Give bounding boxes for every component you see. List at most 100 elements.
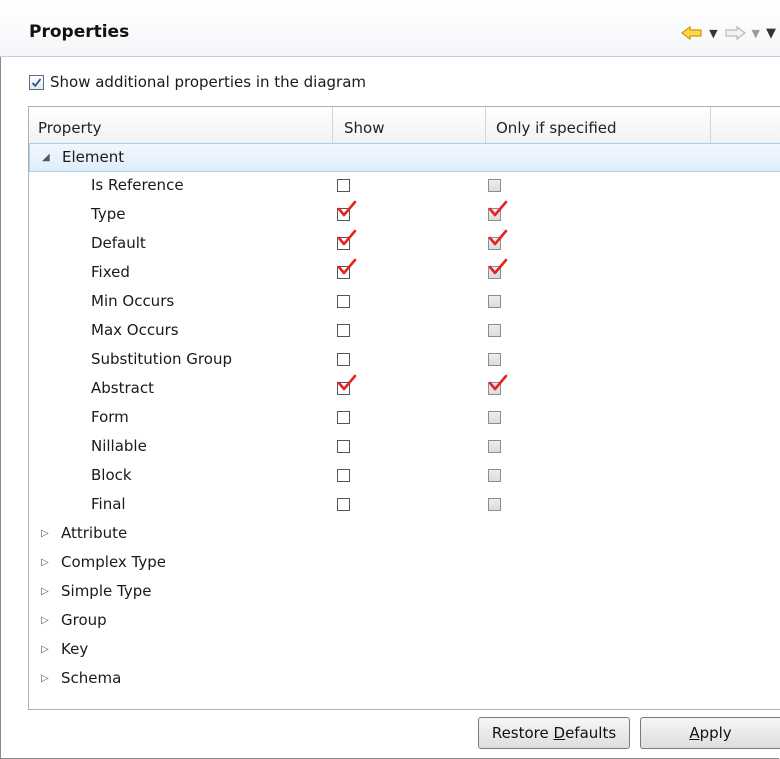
show-checkbox[interactable] <box>337 295 350 308</box>
tree-property-row[interactable]: Block <box>29 462 780 491</box>
show-checkbox[interactable] <box>337 353 350 366</box>
property-label: Type <box>91 205 126 223</box>
check-icon <box>31 77 42 87</box>
show-additional-checkbox[interactable] <box>29 74 44 90</box>
check-icon <box>488 374 508 391</box>
only-if-specified-checkbox[interactable] <box>488 469 501 482</box>
properties-table: Property Show Only if specified ◢ Element… <box>28 106 780 710</box>
only-if-specified-checkbox[interactable] <box>488 229 508 250</box>
tree-property-row[interactable]: Substitution Group <box>29 346 780 375</box>
apply-suffix: pply <box>699 724 732 742</box>
only-if-specified-checkbox[interactable] <box>488 258 508 279</box>
tree-group-label: Complex Type <box>61 553 167 571</box>
tree-expand-icon[interactable]: ▷ <box>41 528 49 539</box>
check-icon <box>337 200 357 217</box>
tree-collapse-icon[interactable]: ◢ <box>42 152 50 163</box>
tree-group-row[interactable]: ▷ Attribute <box>29 520 780 549</box>
tree-group-label: Key <box>61 640 89 658</box>
tree-group-row[interactable]: ▷ Key <box>29 636 780 665</box>
view-menu-icon[interactable]: ▼ <box>766 26 776 41</box>
tree-property-row[interactable]: Nillable <box>29 433 780 462</box>
panel-header: Properties ▼ ▼ ▼ <box>0 0 780 57</box>
column-divider[interactable] <box>485 107 486 143</box>
tree-property-row[interactable]: Is Reference <box>29 172 780 201</box>
show-checkbox[interactable] <box>337 498 350 511</box>
column-divider[interactable] <box>710 107 711 143</box>
table-header: Property Show Only if specified <box>29 107 780 144</box>
tree-expand-icon[interactable]: ▷ <box>41 644 49 655</box>
check-icon <box>337 229 357 246</box>
show-checkbox[interactable] <box>337 258 357 279</box>
tree-property-row[interactable]: Final <box>29 491 780 520</box>
back-button[interactable] <box>681 25 703 41</box>
property-label: Is Reference <box>91 176 184 194</box>
restore-mnemonic: D <box>553 724 566 742</box>
tree-group-label: Group <box>61 611 107 629</box>
panel-title: Properties <box>29 22 130 42</box>
only-if-specified-checkbox[interactable] <box>488 440 501 453</box>
column-header-property[interactable]: Property <box>38 119 101 137</box>
forward-arrow-icon <box>724 25 746 41</box>
tree-property-row[interactable]: Form <box>29 404 780 433</box>
tree-group-label: Simple Type <box>61 582 152 600</box>
tree-group-row[interactable]: ▷ Complex Type <box>29 549 780 578</box>
tree-property-row[interactable]: Default <box>29 229 780 259</box>
show-checkbox[interactable] <box>337 200 357 221</box>
show-checkbox[interactable] <box>337 411 350 424</box>
show-additional-label: Show additional properties in the diagra… <box>50 73 367 91</box>
panel-toolbar: ▼ ▼ ▼ <box>681 22 776 44</box>
apply-button[interactable]: Apply <box>640 717 780 749</box>
property-label: Max Occurs <box>91 321 179 339</box>
property-label: Final <box>91 495 126 513</box>
forward-button[interactable] <box>724 25 746 41</box>
back-dropdown-icon[interactable]: ▼ <box>709 27 717 40</box>
only-if-specified-checkbox[interactable] <box>488 353 501 366</box>
check-icon <box>488 258 508 275</box>
property-label: Block <box>91 466 132 484</box>
tree-group-row[interactable]: ▷ Group <box>29 607 780 636</box>
show-additional-option[interactable]: Show additional properties in the diagra… <box>29 73 366 91</box>
tree-property-row[interactable]: Fixed <box>29 258 780 288</box>
show-checkbox[interactable] <box>337 229 357 250</box>
tree-group-row[interactable]: ▷ Simple Type <box>29 578 780 607</box>
column-divider[interactable] <box>332 107 333 143</box>
only-if-specified-checkbox[interactable] <box>488 411 501 424</box>
property-label: Min Occurs <box>91 292 175 310</box>
tree-property-row[interactable]: Type <box>29 200 780 230</box>
tree-property-row[interactable]: Max Occurs <box>29 317 780 346</box>
tree-expand-icon[interactable]: ▷ <box>41 673 49 684</box>
check-icon <box>337 374 357 391</box>
tree-property-row[interactable]: Abstract <box>29 374 780 404</box>
tree-group-label: Attribute <box>61 524 128 542</box>
show-checkbox[interactable] <box>337 374 357 395</box>
only-if-specified-checkbox[interactable] <box>488 200 508 221</box>
tree-group-label: Schema <box>61 669 122 687</box>
check-icon <box>337 258 357 275</box>
tree-property-row[interactable]: Min Occurs <box>29 288 780 317</box>
property-label: Nillable <box>91 437 147 455</box>
tree-group-label: Element <box>62 148 125 166</box>
column-header-show[interactable]: Show <box>344 119 384 137</box>
show-checkbox[interactable] <box>337 469 350 482</box>
only-if-specified-checkbox[interactable] <box>488 295 501 308</box>
column-header-only-if-specified[interactable]: Only if specified <box>496 119 617 137</box>
tree-group-row[interactable]: ◢ Element <box>29 143 780 172</box>
check-icon <box>488 200 508 217</box>
forward-dropdown-icon[interactable]: ▼ <box>752 27 760 40</box>
only-if-specified-checkbox[interactable] <box>488 179 501 192</box>
only-if-specified-checkbox[interactable] <box>488 324 501 337</box>
tree-expand-icon[interactable]: ▷ <box>41 615 49 626</box>
tree-group-row[interactable]: ▷ Schema <box>29 665 780 694</box>
property-label: Substitution Group <box>91 350 232 368</box>
restore-suffix: efaults <box>565 724 617 742</box>
only-if-specified-checkbox[interactable] <box>488 374 508 395</box>
show-checkbox[interactable] <box>337 324 350 337</box>
restore-defaults-button[interactable]: Restore Defaults <box>478 717 630 749</box>
only-if-specified-checkbox[interactable] <box>488 498 501 511</box>
show-checkbox[interactable] <box>337 440 350 453</box>
back-arrow-icon <box>681 25 702 41</box>
tree-expand-icon[interactable]: ▷ <box>41 557 49 568</box>
tree-expand-icon[interactable]: ▷ <box>41 586 49 597</box>
property-label: Abstract <box>91 379 154 397</box>
show-checkbox[interactable] <box>337 179 350 192</box>
